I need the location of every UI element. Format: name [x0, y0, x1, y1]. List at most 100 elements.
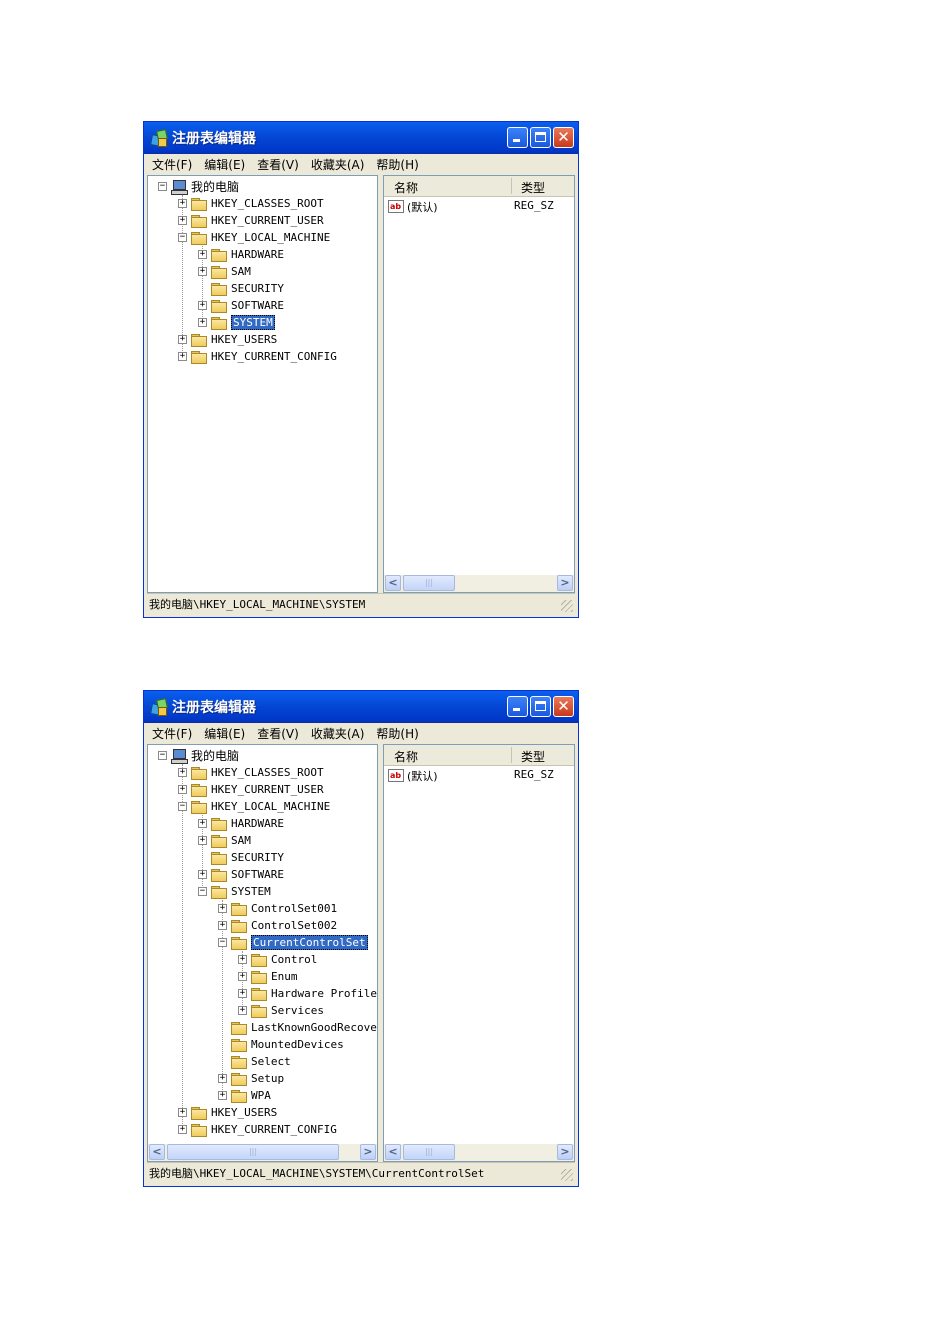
tree-node[interactable]: − CurrentControlSet [218, 934, 368, 951]
tree-node[interactable]: + HARDWARE [198, 815, 284, 832]
menu-edit[interactable]: 编辑(E) [204, 156, 245, 173]
expand-icon[interactable]: + [238, 972, 247, 981]
expand-icon[interactable]: + [198, 836, 207, 845]
scroll-left-button[interactable]: < [149, 1144, 165, 1160]
tree-horizontal-scrollbar[interactable]: < ||| > [148, 1144, 377, 1161]
collapse-icon[interactable]: − [218, 938, 227, 947]
minimize-button[interactable] [507, 127, 528, 148]
scroll-thumb[interactable]: ||| [403, 575, 455, 591]
column-header-type[interactable]: 类型 [521, 748, 545, 765]
tree-node[interactable]: + HARDWARE [198, 246, 284, 263]
menu-help[interactable]: 帮助(H) [376, 725, 418, 742]
collapse-icon[interactable]: − [158, 182, 167, 191]
expand-icon[interactable]: + [238, 955, 247, 964]
expand-icon[interactable]: + [178, 1108, 187, 1117]
expand-icon[interactable]: + [198, 267, 207, 276]
list-horizontal-scrollbar[interactable]: < ||| > [384, 575, 574, 592]
collapse-icon[interactable]: − [178, 802, 187, 811]
tree-node[interactable]: + HKEY_CLASSES_ROOT [178, 764, 324, 781]
tree-node[interactable]: SECURITY [198, 280, 284, 297]
title-bar[interactable]: 注册表编辑器 ✕ [144, 122, 578, 154]
expand-icon[interactable]: + [198, 870, 207, 879]
tree-node[interactable]: + HKEY_CLASSES_ROOT [178, 195, 324, 212]
expand-icon[interactable]: + [178, 199, 187, 208]
column-header-type[interactable]: 类型 [521, 179, 545, 196]
values-list-pane[interactable]: 名称 类型 ab (默认) REG_SZ < ||| > [383, 744, 575, 1162]
scroll-right-button[interactable]: > [360, 1144, 376, 1160]
resize-grip-icon[interactable] [561, 600, 573, 612]
menu-file[interactable]: 文件(F) [152, 725, 192, 742]
expand-icon[interactable]: + [178, 1125, 187, 1134]
close-button[interactable]: ✕ [553, 127, 574, 148]
tree-node[interactable]: + HKEY_CURRENT_USER [178, 781, 324, 798]
scroll-thumb[interactable]: ||| [167, 1144, 339, 1160]
expand-icon[interactable]: + [178, 216, 187, 225]
scroll-left-button[interactable]: < [385, 575, 401, 591]
column-header-name[interactable]: 名称 [394, 748, 418, 765]
tree-node[interactable]: + HKEY_CURRENT_CONFIG [178, 348, 337, 365]
tree-node[interactable]: + SYSTEM [198, 314, 275, 331]
list-horizontal-scrollbar[interactable]: < ||| > [384, 1144, 574, 1161]
expand-icon[interactable]: + [218, 1074, 227, 1083]
maximize-button[interactable] [530, 127, 551, 148]
registry-tree-pane[interactable]: < ||| > − 我的电脑 + HKEY_CLASSES_ROOT + HKEY_CUR… [147, 744, 378, 1162]
scroll-left-button[interactable]: < [385, 1144, 401, 1160]
tree-node[interactable]: − HKEY_LOCAL_MACHINE [178, 229, 330, 246]
collapse-icon[interactable]: − [178, 233, 187, 242]
menu-edit[interactable]: 编辑(E) [204, 725, 245, 742]
tree-node[interactable]: + SAM [198, 832, 251, 849]
minimize-button[interactable] [507, 696, 528, 717]
tree-node[interactable]: − SYSTEM [198, 883, 271, 900]
resize-grip-icon[interactable] [561, 1169, 573, 1181]
expand-icon[interactable]: + [238, 989, 247, 998]
collapse-icon[interactable]: − [158, 751, 167, 760]
value-row[interactable]: ab (默认) [388, 767, 438, 784]
menu-help[interactable]: 帮助(H) [376, 156, 418, 173]
collapse-icon[interactable]: − [198, 887, 207, 896]
menu-favorites[interactable]: 收藏夹(A) [311, 156, 365, 173]
menu-view[interactable]: 查看(V) [257, 156, 299, 173]
tree-node[interactable]: + ControlSet001 [218, 900, 337, 917]
tree-node[interactable]: + WPA [218, 1087, 271, 1104]
tree-node[interactable]: LastKnownGoodRecovery [218, 1019, 377, 1036]
tree-node[interactable]: + SOFTWARE [198, 297, 284, 314]
expand-icon[interactable]: + [218, 1091, 227, 1100]
tree-node[interactable]: + Services [238, 1002, 324, 1019]
tree-node[interactable]: − 我的电脑 [158, 178, 239, 195]
expand-icon[interactable]: + [198, 301, 207, 310]
tree-node[interactable]: + ControlSet002 [218, 917, 337, 934]
expand-icon[interactable]: + [238, 1006, 247, 1015]
expand-icon[interactable]: + [218, 921, 227, 930]
tree-node[interactable]: + HKEY_CURRENT_USER [178, 212, 324, 229]
tree-node[interactable]: − 我的电脑 [158, 747, 239, 764]
tree-node[interactable]: + Setup [218, 1070, 284, 1087]
tree-node[interactable]: − HKEY_LOCAL_MACHINE [178, 798, 330, 815]
expand-icon[interactable]: + [218, 904, 227, 913]
close-button[interactable]: ✕ [553, 696, 574, 717]
menu-view[interactable]: 查看(V) [257, 725, 299, 742]
title-bar[interactable]: 注册表编辑器 ✕ [144, 691, 578, 723]
expand-icon[interactable]: + [178, 768, 187, 777]
tree-node[interactable]: + HKEY_USERS [178, 1104, 277, 1121]
maximize-button[interactable] [530, 696, 551, 717]
menu-favorites[interactable]: 收藏夹(A) [311, 725, 365, 742]
scroll-right-button[interactable]: > [557, 575, 573, 591]
tree-node[interactable]: + Control [238, 951, 317, 968]
expand-icon[interactable]: + [178, 335, 187, 344]
expand-icon[interactable]: + [198, 250, 207, 259]
tree-node[interactable]: SECURITY [198, 849, 284, 866]
tree-node[interactable]: Select [218, 1053, 291, 1070]
scroll-right-button[interactable]: > [557, 1144, 573, 1160]
registry-tree-pane[interactable]: − 我的电脑 + HKEY_CLASSES_ROOT + HKEY_CURRENT_USE… [147, 175, 378, 593]
tree-node[interactable]: + HKEY_USERS [178, 331, 277, 348]
value-row[interactable]: ab (默认) [388, 198, 438, 215]
tree-node[interactable]: MountedDevices [218, 1036, 344, 1053]
expand-icon[interactable]: + [198, 819, 207, 828]
tree-node[interactable]: + Enum [238, 968, 298, 985]
tree-node[interactable]: + Hardware Profiles [238, 985, 377, 1002]
tree-node[interactable]: + SOFTWARE [198, 866, 284, 883]
expand-icon[interactable]: + [178, 352, 187, 361]
tree-node[interactable]: + SAM [198, 263, 251, 280]
tree-node[interactable]: + HKEY_CURRENT_CONFIG [178, 1121, 337, 1138]
expand-icon[interactable]: + [198, 318, 207, 327]
